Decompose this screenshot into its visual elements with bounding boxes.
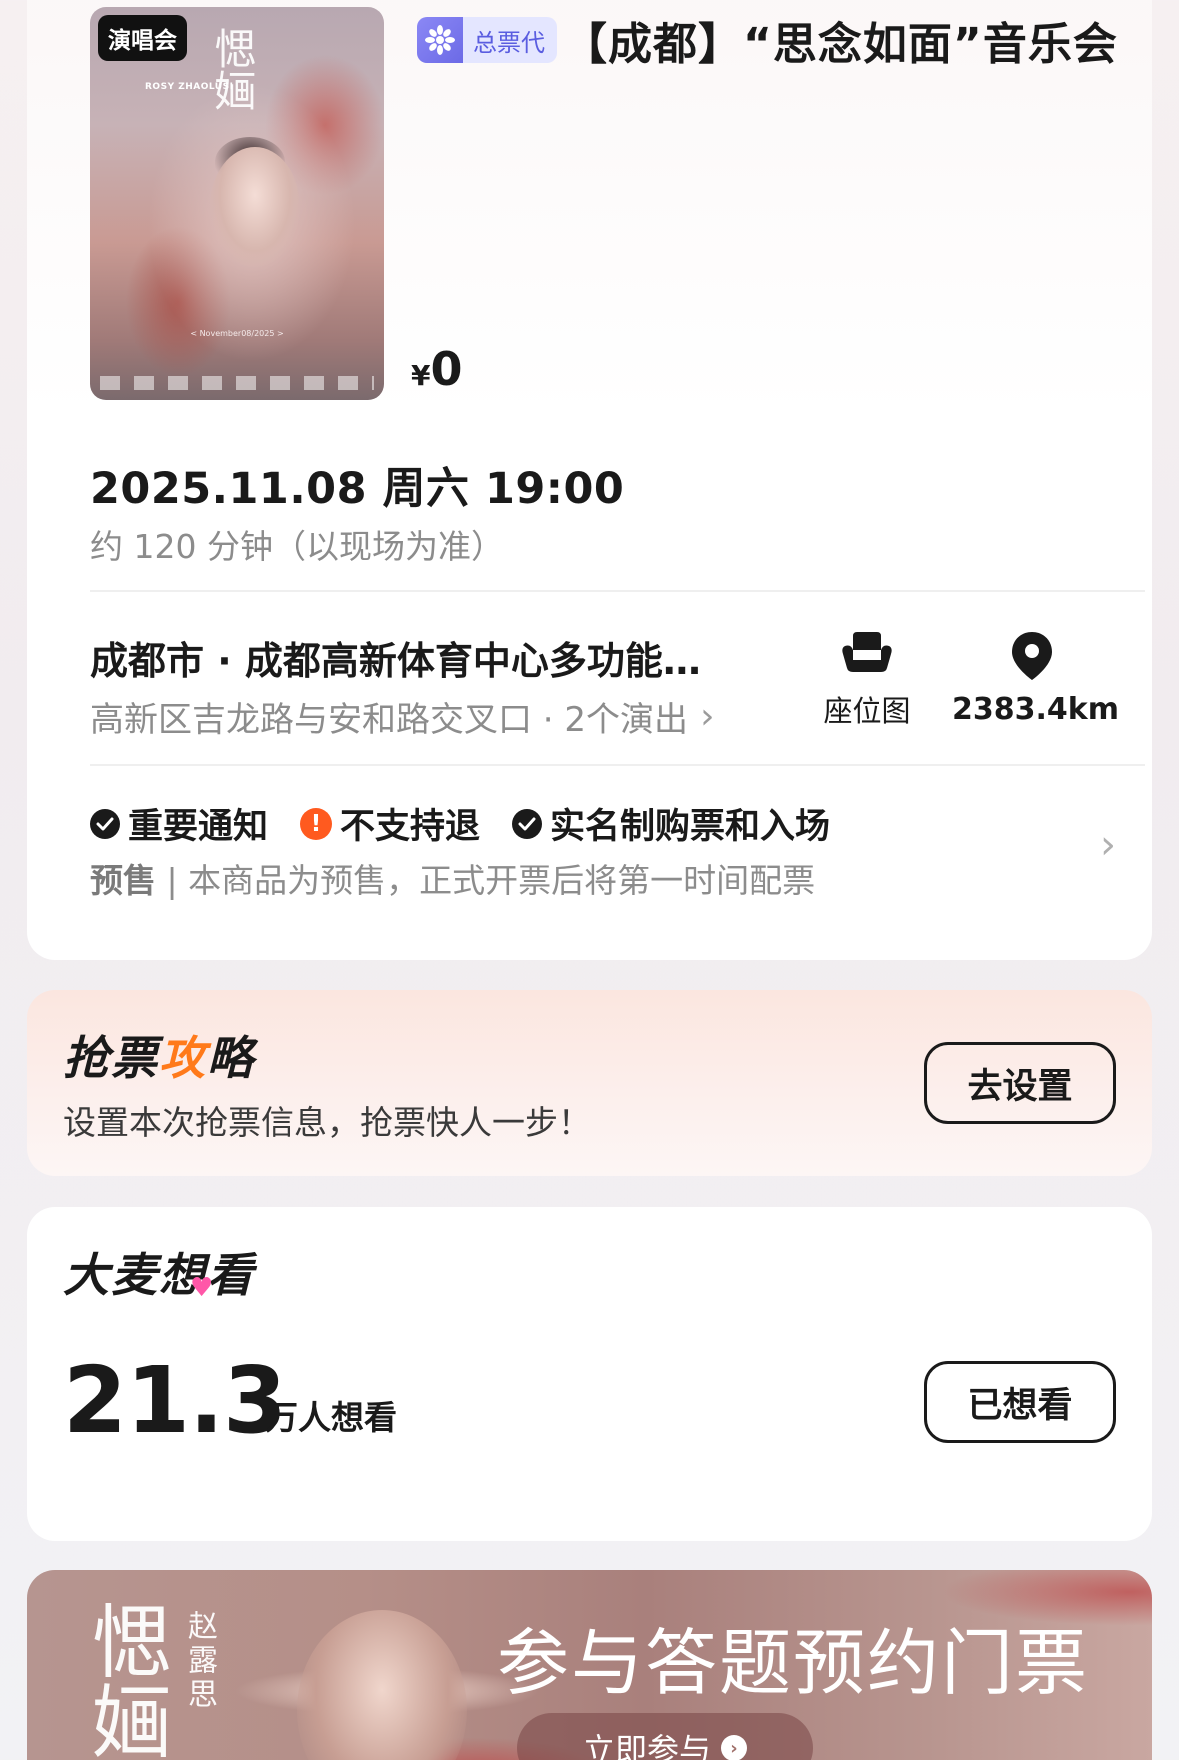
exclamation-circle-icon: ! bbox=[300, 807, 333, 840]
category-tag: 演唱会 bbox=[98, 15, 187, 61]
armchair-icon bbox=[842, 632, 892, 672]
presale-info[interactable]: 预售 | 本商品为预售，正式开票后将第一时间配票 bbox=[90, 854, 815, 902]
agent-badge: 总票代 bbox=[417, 17, 557, 63]
event-poster[interactable]: 愢婳 ROSY ZHAOLUSI < November08/2025 > 演唱会 bbox=[90, 7, 384, 400]
notice-real-name: 实名制购票和入场 bbox=[512, 798, 830, 849]
venue-address-text: 高新区吉龙路与安和路交叉口 · 2个演出 bbox=[90, 700, 689, 740]
quiz-reservation-banner[interactable]: 愢婳 赵露思 参与答题预约门票 立即参与 › bbox=[27, 1570, 1152, 1760]
join-now-button[interactable]: 立即参与 › bbox=[517, 1713, 813, 1760]
agent-badge-label: 总票代 bbox=[473, 28, 545, 57]
chevron-right-icon[interactable]: › bbox=[1100, 822, 1116, 868]
event-price: ¥0 bbox=[411, 342, 463, 396]
price-value: 0 bbox=[430, 342, 463, 396]
want-count: 21.3 bbox=[63, 1347, 287, 1454]
strategy-title-part: 抢票 bbox=[63, 1031, 159, 1085]
banner-figure bbox=[297, 1610, 467, 1760]
seat-map-button[interactable]: 座位图 bbox=[812, 630, 922, 730]
presale-text: | 本商品为预售，正式开票后将第一时间配票 bbox=[166, 861, 816, 900]
check-circle-icon bbox=[90, 808, 120, 839]
distance-button[interactable]: 2383.4km bbox=[952, 630, 1119, 727]
event-title-row: 总票代 【成都】“思念如面”音乐会 bbox=[417, 8, 1147, 72]
banner-calligraphy: 愢婳 bbox=[79, 1600, 172, 1760]
agent-logo-icon bbox=[417, 17, 463, 63]
want-to-see-card: 大麦想看 ♥ 21.3 万人想看 已想看 bbox=[27, 1207, 1152, 1541]
venue-address[interactable]: 高新区吉龙路与安和路交叉口 · 2个演出 › bbox=[90, 692, 714, 741]
poster-figure bbox=[210, 147, 300, 267]
heart-icon: ♥ bbox=[190, 1273, 214, 1303]
ticket-strategy-card: 抢票攻略 设置本次抢票信息，抢票快人一步！ 去设置 bbox=[27, 990, 1152, 1176]
notice-label: 重要通知 bbox=[128, 807, 269, 847]
banner-artist-name: 赵露思 bbox=[182, 1610, 217, 1712]
lightning-bolt-icon: 攻 bbox=[159, 1031, 207, 1085]
event-duration: 约 120 分钟（以现场为准） bbox=[90, 527, 504, 566]
divider bbox=[90, 764, 1145, 766]
notice-tags[interactable]: 重要通知 ! 不支持退 实名制购票和入场 bbox=[90, 798, 862, 849]
poster-date: < November08/2025 > bbox=[190, 329, 284, 338]
price-symbol: ¥ bbox=[411, 359, 431, 392]
banner-title: 参与答题预约门票 bbox=[497, 1621, 1090, 1705]
poster-artist-name: ROSY ZHAOLUSI bbox=[145, 82, 234, 92]
poster-calligraphy: 愢婳 bbox=[208, 27, 257, 111]
check-circle-icon bbox=[512, 808, 543, 839]
join-now-label: 立即参与 bbox=[582, 1731, 711, 1760]
notice-important: 重要通知 bbox=[90, 798, 268, 849]
seat-map-label: 座位图 bbox=[823, 694, 911, 728]
strategy-title: 抢票攻略 bbox=[63, 1022, 255, 1088]
event-datetime: 2025.11.08 周六 19:00 bbox=[90, 464, 625, 514]
want-unit: 万人想看 bbox=[265, 1398, 397, 1437]
chevron-right-icon: › bbox=[700, 696, 715, 737]
event-title: 【成都】“思念如面”音乐会 bbox=[563, 19, 1118, 70]
notice-label: 不支持退 bbox=[340, 807, 481, 847]
want-title: 大麦想看 bbox=[63, 1248, 255, 1302]
poster-sponsor-logos bbox=[100, 376, 374, 390]
arrow-right-icon: › bbox=[721, 1735, 747, 1760]
strategy-description: 设置本次抢票信息，抢票快人一步！ bbox=[63, 1103, 591, 1142]
venue-name[interactable]: 成都市 · 成都高新体育中心多功能… bbox=[90, 630, 770, 685]
event-info-card: 愢婳 ROSY ZHAOLUSI < November08/2025 > 演唱会 bbox=[27, 0, 1152, 960]
notice-no-refund: ! 不支持退 bbox=[300, 798, 480, 849]
presale-label: 预售 bbox=[90, 861, 156, 900]
divider bbox=[90, 590, 1145, 592]
wanted-button[interactable]: 已想看 bbox=[924, 1361, 1116, 1443]
notice-label: 实名制购票和入场 bbox=[550, 807, 831, 847]
map-pin-icon bbox=[1012, 632, 1052, 680]
go-settings-button[interactable]: 去设置 bbox=[924, 1042, 1116, 1124]
strategy-title-part: 略 bbox=[207, 1031, 255, 1085]
distance-value: 2383.4km bbox=[952, 692, 1119, 727]
